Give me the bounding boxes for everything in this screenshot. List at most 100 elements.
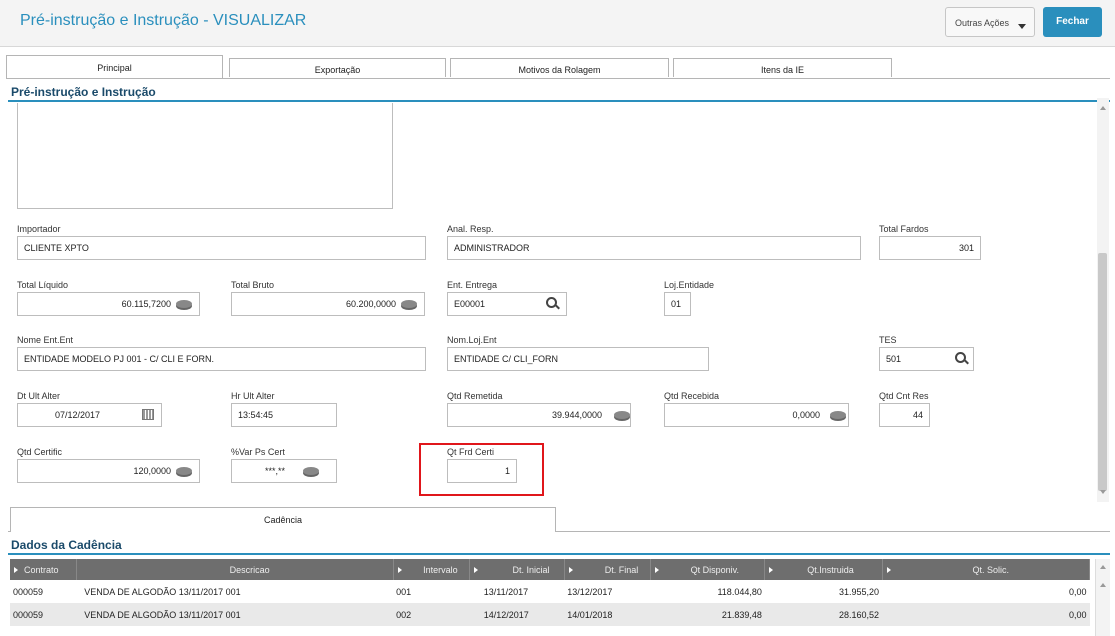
form-scrollbar[interactable]: [1097, 98, 1109, 502]
dados-cadencia-title: Dados da Cadência: [11, 538, 122, 552]
qtd-remetida-field[interactable]: 39.944,0000: [447, 403, 631, 427]
col-dt-final[interactable]: Dt. Final: [564, 559, 652, 580]
nom-loj-ent-field[interactable]: ENTIDADE C/ CLI_FORN: [447, 347, 709, 371]
qtd-recebida-value: 0,0000: [792, 410, 820, 420]
search-icon[interactable]: [955, 352, 966, 363]
col-dt-final-label: Dt. Final: [604, 564, 639, 575]
cell-qt-solic: 0,00: [1068, 586, 1087, 597]
sort-arrow-icon: [769, 567, 774, 573]
var-ps-cert-label: %Var Ps Cert: [231, 447, 285, 457]
total-fardos-label: Total Fardos: [879, 224, 929, 234]
total-bruto-field[interactable]: 60.200,0000: [231, 292, 425, 316]
qtd-remetida-value: 39.944,0000: [551, 410, 602, 420]
cell-intervalo: 001: [396, 586, 412, 597]
scroll-up-icon[interactable]: [1100, 583, 1106, 587]
hr-ult-alter-field[interactable]: 13:54:45: [231, 403, 337, 427]
tab-motivos-rolagem[interactable]: Motivos da Rolagem: [450, 58, 669, 77]
cell-dt-inicial: 13/11/2017: [483, 586, 529, 597]
cell-dt-final: 13/12/2017: [567, 586, 613, 597]
qtd-recebida-label: Qtd Recebida: [664, 391, 720, 401]
sort-arrow-icon: [886, 567, 891, 573]
col-qt-instruida[interactable]: Qt.Instruida: [764, 559, 883, 580]
calendar-icon[interactable]: [142, 409, 154, 420]
cell-contrato: 000059: [10, 603, 77, 626]
var-ps-cert-value: ***,**: [265, 466, 286, 476]
ent-entrega-label: Ent. Entrega: [447, 280, 498, 290]
sort-arrow-icon: [14, 567, 18, 573]
search-icon[interactable]: [546, 297, 557, 308]
sort-arrow-icon: [397, 567, 402, 573]
calculator-icon[interactable]: [830, 411, 846, 419]
col-intervalo[interactable]: Intervalo: [393, 559, 471, 580]
table-row[interactable]: 000059 VENDA DE ALGODÃO 13/11/2017 001 0…: [10, 603, 1090, 626]
loj-entidade-field[interactable]: 01: [664, 292, 691, 316]
anal-resp-field[interactable]: ADMINISTRADOR: [447, 236, 861, 260]
tab-principal[interactable]: Principal: [6, 55, 223, 79]
outras-acoes-label: Outras Ações: [955, 18, 1010, 28]
col-qt-disponiv-label: Qt Disponiv.: [690, 564, 739, 575]
scroll-thumb[interactable]: [1098, 253, 1107, 491]
tab-exportacao[interactable]: Exportação: [229, 58, 446, 77]
scroll-up-icon[interactable]: [1100, 565, 1106, 569]
col-intervalo-label: Intervalo: [423, 564, 458, 575]
var-ps-cert-field[interactable]: ***,**: [231, 459, 337, 483]
dados-cadencia-rule: [8, 553, 1110, 555]
qtd-cnt-res-label: Qtd Cnt Res: [879, 391, 929, 401]
col-dt-inicial-label: Dt. Inicial: [512, 564, 550, 575]
col-contrato[interactable]: Contrato: [10, 559, 81, 580]
total-bruto-value: 60.200,0000: [345, 299, 396, 309]
total-liquido-field[interactable]: 60.115,7200: [17, 292, 200, 316]
section-rule: [8, 100, 1110, 102]
cell-descricao: VENDA DE ALGODÃO 13/11/2017 001: [76, 603, 394, 626]
outras-acoes-button[interactable]: Outras Ações: [945, 7, 1035, 37]
qtd-certific-value: 120,0000: [133, 466, 171, 476]
cell-dt-inicial: 14/12/2017: [469, 603, 565, 626]
importador-field[interactable]: CLIENTE XPTO: [17, 236, 426, 260]
qtd-recebida-field[interactable]: 0,0000: [664, 403, 849, 427]
total-bruto-label: Total Bruto: [231, 280, 275, 290]
qtd-remetida-label: Qtd Remetida: [447, 391, 503, 401]
col-qt-solic-label: Qt. Solic.: [972, 564, 1010, 575]
calculator-icon[interactable]: [303, 467, 319, 475]
calculator-icon[interactable]: [176, 300, 192, 308]
table-row[interactable]: 000059 VENDA DE ALGODÃO 13/11/2017 001 0…: [10, 580, 1090, 603]
total-liquido-label: Total Líquido: [17, 280, 69, 290]
total-liquido-value: 60.115,7200: [121, 299, 171, 309]
qtd-certific-field[interactable]: 120,0000: [17, 459, 200, 483]
total-fardos-field[interactable]: 301: [879, 236, 981, 260]
qtd-cnt-res-field[interactable]: 44: [879, 403, 930, 427]
col-qt-solic[interactable]: Qt. Solic.: [882, 559, 1091, 580]
scroll-up-icon[interactable]: [1100, 106, 1106, 110]
cell-dt-final: 14/01/2018: [564, 603, 651, 626]
cell-qt-disponiv: 118.044,80: [717, 586, 762, 597]
cell-contrato: 000059: [13, 586, 44, 597]
tab-divider: [6, 78, 1110, 79]
col-qt-disponiv[interactable]: Qt Disponiv.: [650, 559, 766, 580]
col-dt-inicial[interactable]: Dt. Inicial: [469, 559, 565, 580]
tab-itens-ie[interactable]: Itens da IE: [673, 58, 892, 77]
importador-label: Importador: [17, 224, 61, 234]
sort-arrow-icon: [655, 567, 660, 573]
anal-resp-label: Anal. Resp.: [447, 224, 494, 234]
grid-scrollbar[interactable]: [1095, 559, 1110, 636]
section-title: Pré-instrução e Instrução: [11, 85, 156, 99]
sort-arrow-icon: [568, 567, 573, 573]
cell-qt-disponiv: 21.839,48: [650, 603, 765, 626]
chevron-down-icon: [1018, 24, 1026, 29]
tab-cadencia[interactable]: Cadência: [10, 507, 556, 532]
cell-descricao: VENDA DE ALGODÃO 13/11/2017 001: [84, 586, 241, 597]
calculator-icon[interactable]: [401, 300, 417, 308]
dt-ult-alter-field[interactable]: 07/12/2017: [17, 403, 162, 427]
scroll-down-icon[interactable]: [1100, 490, 1106, 494]
fechar-button[interactable]: Fechar: [1043, 7, 1102, 37]
nome-ent-ent-field[interactable]: ENTIDADE MODELO PJ 001 - C/ CLI E FORN.: [17, 347, 426, 371]
observacao-textarea[interactable]: [17, 103, 393, 209]
hr-ult-alter-label: Hr Ult Alter: [231, 391, 275, 401]
nome-ent-ent-label: Nome Ent.Ent: [17, 335, 74, 345]
dt-ult-alter-label: Dt Ult Alter: [17, 391, 61, 401]
nom-loj-ent-label: Nom.Loj.Ent: [447, 335, 497, 345]
col-descricao[interactable]: Descricao: [76, 559, 394, 580]
page-title: Pré-instrução e Instrução - VISUALIZAR: [20, 12, 307, 29]
calculator-icon[interactable]: [614, 411, 630, 419]
calculator-icon[interactable]: [176, 467, 192, 475]
